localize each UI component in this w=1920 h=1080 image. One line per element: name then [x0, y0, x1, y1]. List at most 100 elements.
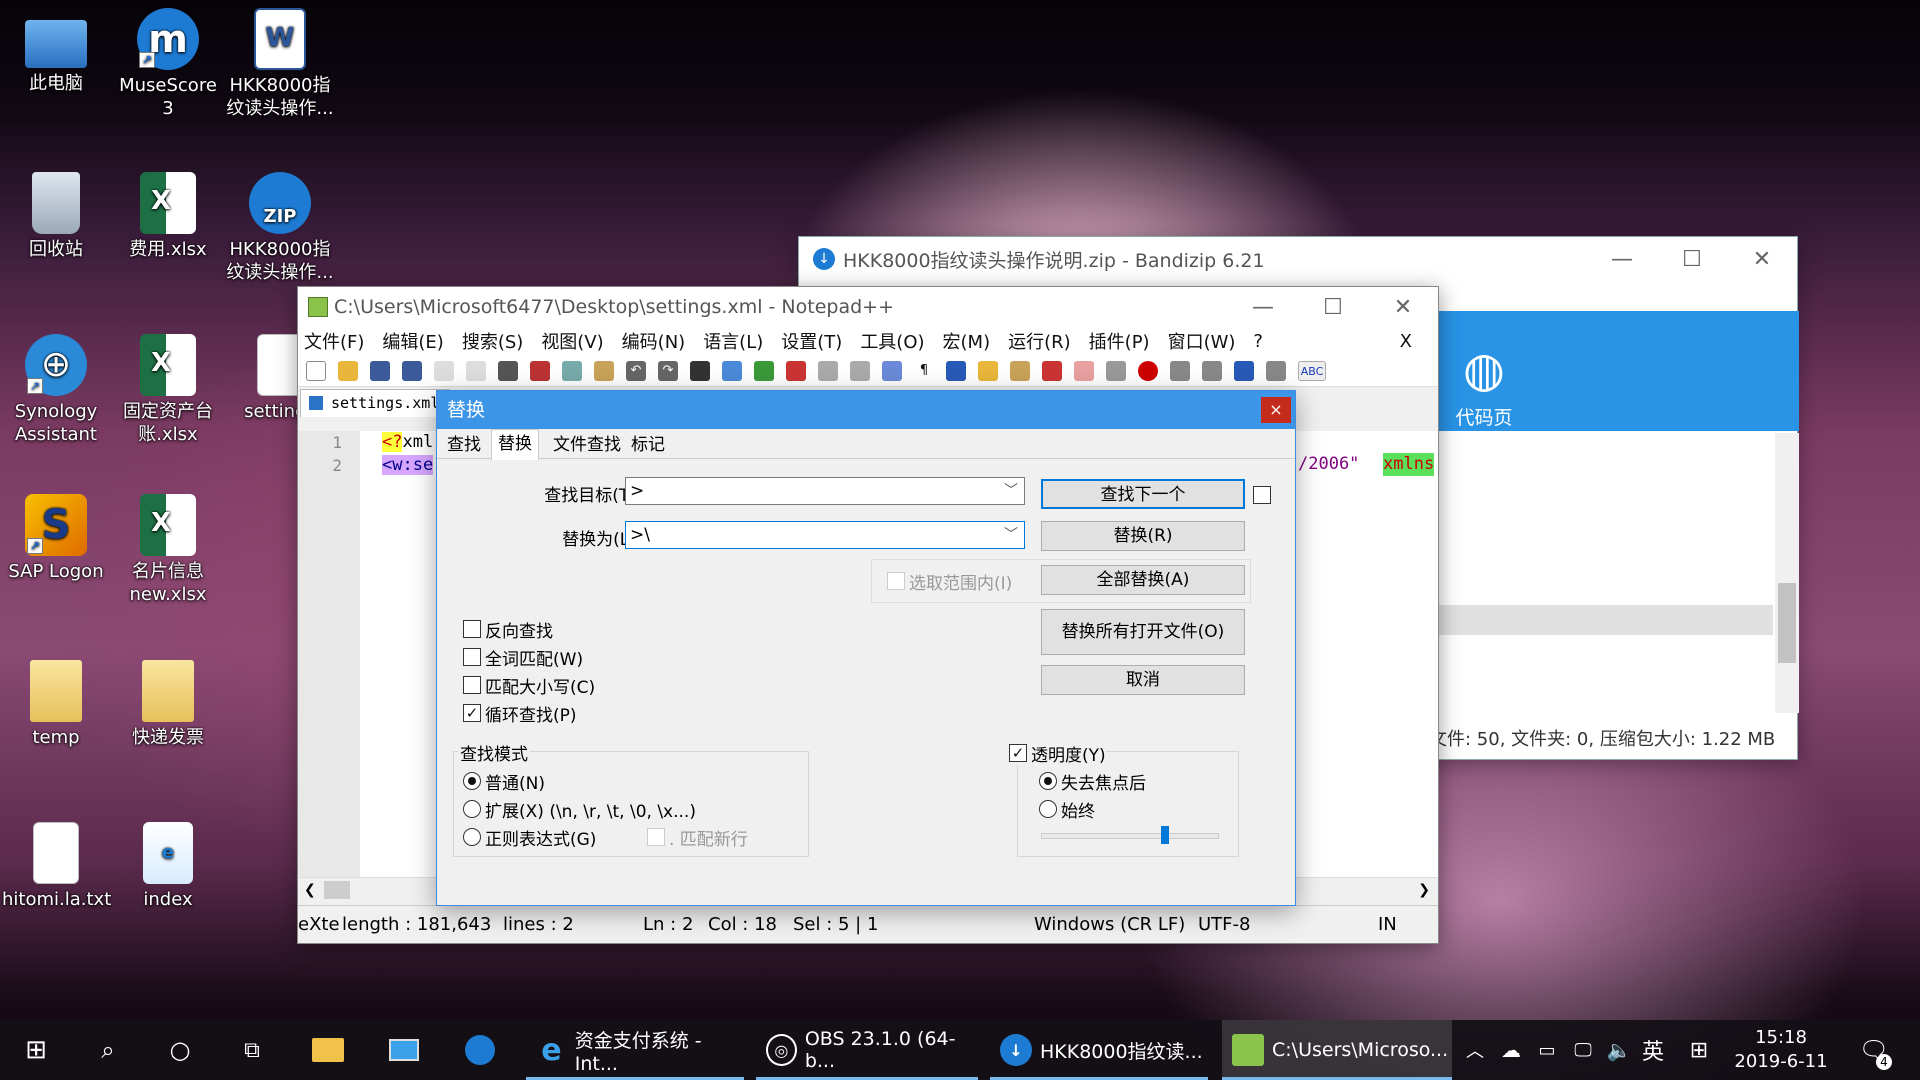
desktop-icon-this-pc[interactable]: 此电脑	[2, 10, 110, 95]
tab-replace[interactable]: 替换	[491, 429, 539, 460]
chevron-down-icon[interactable]: ﹀	[1004, 522, 1018, 548]
taskbar-app-bandizip[interactable]: ↓ HKK8000指纹读...	[990, 1020, 1208, 1080]
menu-search[interactable]: 搜索(S)	[462, 328, 523, 354]
run-macro-multiple-icon[interactable]	[1234, 360, 1254, 381]
new-file-icon[interactable]	[306, 360, 326, 381]
dialog-titlebar[interactable]: 替换 ×	[437, 391, 1295, 429]
cut-icon[interactable]	[530, 360, 550, 381]
file-explorer-icon[interactable]	[306, 1020, 350, 1080]
menu-help[interactable]: ?	[1253, 331, 1263, 352]
zoom-out-icon[interactable]	[786, 360, 806, 381]
trans-always-radio[interactable]: 始终	[1039, 797, 1095, 822]
paste-icon[interactable]	[594, 360, 614, 381]
zoom-in-icon[interactable]	[754, 360, 774, 381]
menu-file[interactable]: 文件(F)	[304, 328, 364, 354]
match-newline-checkbox[interactable]: . 匹配新行	[647, 825, 748, 850]
monitoring-icon[interactable]	[1106, 360, 1126, 381]
volume-icon[interactable]: 🔈	[1604, 1020, 1634, 1080]
in-selection-checkbox[interactable]: 选取范围内(I)	[887, 569, 1012, 594]
replace-icon[interactable]	[722, 360, 742, 381]
ime-grid-icon[interactable]: ⊞	[1684, 1020, 1714, 1080]
desktop-icon-sap-logon[interactable]: S SAP Logon	[2, 494, 110, 583]
taskbar-app-obs[interactable]: ◎ OBS 23.1.0 (64-b...	[756, 1020, 978, 1080]
desktop-icon-express-invoice[interactable]: 快递发票	[114, 660, 222, 749]
scroll-thumb[interactable]	[324, 881, 350, 899]
desktop-icon-musescore[interactable]: m MuseScore 3	[114, 8, 222, 120]
redo-icon[interactable]: ↷	[658, 360, 678, 381]
sync-h-icon[interactable]	[850, 360, 870, 381]
function-list-icon[interactable]	[1042, 360, 1062, 381]
menu-window[interactable]: 窗口(W)	[1168, 328, 1236, 354]
replace-with-input[interactable]: >\ ﹀	[625, 521, 1025, 549]
menu-encoding[interactable]: 编码(N)	[622, 328, 686, 354]
record-macro-icon[interactable]	[1138, 360, 1158, 381]
desktop-icon-recycle-bin[interactable]: 回收站	[2, 172, 110, 261]
find-next-2find-checkbox[interactable]	[1253, 483, 1275, 507]
action-center-icon[interactable]: 🗨 4	[1852, 1020, 1896, 1080]
menu-tools[interactable]: 工具(O)	[860, 328, 924, 354]
cloud-icon[interactable]: ☁	[1496, 1020, 1526, 1080]
desktop-icon-temp[interactable]: temp	[2, 660, 110, 749]
windows-start-icon[interactable]: ⊞	[14, 1020, 58, 1080]
vertical-scrollbar[interactable]	[1775, 433, 1799, 713]
udl-icon[interactable]	[978, 360, 998, 381]
stop-macro-icon[interactable]	[1170, 360, 1190, 381]
codepage-button[interactable]: ◍ 代码页	[1439, 337, 1529, 430]
folder-workspace-icon[interactable]	[1074, 360, 1094, 381]
tab-find-in-files[interactable]: 文件查找	[547, 433, 627, 459]
open-file-icon[interactable]	[338, 360, 358, 381]
close-icon[interactable]: ✕	[1368, 287, 1438, 327]
play-macro-icon[interactable]	[1202, 360, 1222, 381]
desktop-icon-synology[interactable]: ⊕ Synology Assistant	[2, 334, 110, 446]
mode-extended-radio[interactable]: 扩展(X) (\n, \r, \t, \0, \x...)	[463, 797, 696, 822]
minimize-icon[interactable]: —	[1587, 237, 1657, 281]
cancel-button[interactable]: 取消	[1041, 665, 1245, 695]
mode-regex-radio[interactable]: 正则表达式(G)	[463, 825, 596, 850]
desktop-icon-hitomi-txt[interactable]: hitomi.la.txt	[2, 822, 111, 911]
backward-direction-checkbox[interactable]: 反向查找	[463, 617, 553, 642]
save-macro-icon[interactable]	[1266, 360, 1286, 381]
taskbar-app-ie[interactable]: e 资金支付系统 - Int...	[526, 1020, 744, 1080]
close-file-icon[interactable]	[434, 360, 454, 381]
tab-mark[interactable]: 标记	[625, 433, 671, 459]
save-all-icon[interactable]	[402, 360, 422, 381]
undo-icon[interactable]: ↶	[626, 360, 646, 381]
show-all-chars-icon[interactable]: ¶	[914, 361, 934, 381]
desktop-icon-hkk-doc[interactable]: W HKK8000指纹读头操作...	[226, 8, 334, 120]
mode-normal-radio[interactable]: 普通(N)	[463, 769, 545, 794]
replace-all-button[interactable]: 全部替换(A)	[1041, 565, 1245, 595]
desktop-icon-index[interactable]: e index	[114, 822, 222, 911]
menu-language[interactable]: 语言(L)	[703, 328, 763, 354]
clock[interactable]: 15:18 2019-6-11	[1726, 1020, 1836, 1080]
doc-map-icon[interactable]	[1010, 360, 1030, 381]
scroll-left-icon[interactable]: ❮	[304, 878, 316, 902]
search-icon[interactable]: ⌕	[86, 1020, 130, 1080]
menu-run[interactable]: 运行(R)	[1008, 328, 1071, 354]
desktop-icon-cards-xlsx[interactable]: X 名片信息new.xlsx	[114, 494, 222, 606]
close-document-icon[interactable]: X	[1400, 331, 1412, 352]
find-icon[interactable]	[690, 360, 710, 381]
menu-macro[interactable]: 宏(M)	[943, 328, 991, 354]
save-icon[interactable]	[370, 360, 390, 381]
file-list-selected-row[interactable]	[1439, 605, 1773, 635]
replace-all-open-docs-button[interactable]: 替换所有打开文件(O)	[1041, 609, 1245, 655]
task-view-icon[interactable]: ⧉	[230, 1020, 274, 1080]
taskbar-app-notepadpp[interactable]: C:\Users\Microso...	[1222, 1020, 1452, 1080]
match-case-checkbox[interactable]: 匹配大小写(C)	[463, 673, 595, 698]
maximize-icon[interactable]: ☐	[1298, 287, 1368, 327]
desktop-icon-hkk-zip[interactable]: ZIP HKK8000指纹读头操作...	[226, 172, 334, 284]
wrap-around-checkbox[interactable]: ✓ 循环查找(P)	[463, 701, 577, 726]
scroll-right-icon[interactable]: ❯	[1418, 878, 1430, 902]
minimize-icon[interactable]: —	[1228, 287, 1298, 327]
ime-mode[interactable]: 英	[1638, 1020, 1668, 1080]
network-icon[interactable]: 🖵	[1568, 1020, 1598, 1080]
copy-icon[interactable]	[562, 360, 582, 381]
menu-settings[interactable]: 设置(T)	[781, 328, 842, 354]
print-icon[interactable]	[498, 360, 518, 381]
remote-desktop-icon[interactable]	[382, 1020, 426, 1080]
find-what-input[interactable]: > ﹀	[625, 477, 1025, 505]
menu-plugins[interactable]: 插件(P)	[1089, 328, 1150, 354]
cortana-icon[interactable]: ○	[158, 1020, 202, 1080]
transparency-checkbox[interactable]: ✓ 透明度(Y)	[1009, 741, 1106, 766]
close-icon[interactable]: ×	[1261, 397, 1291, 423]
